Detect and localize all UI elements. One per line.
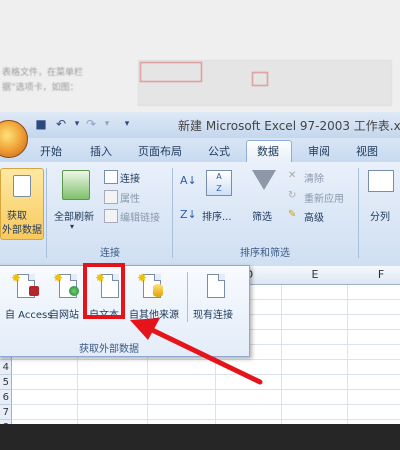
- document-background: 表格文件，在菜单栏 据”选项卡，如图：: [0, 0, 400, 112]
- edit-links-icon: [104, 209, 118, 223]
- reapply-button[interactable]: 重新应用: [304, 190, 344, 205]
- title-bar: ■ ↶ ▾ ↷ ▾ ▾ 新建 Microsoft Excel 97-2003 工…: [0, 112, 400, 138]
- group-label-connections: 连接: [100, 248, 120, 259]
- filter-button[interactable]: 筛选: [252, 208, 272, 223]
- from-web-label: 自网站: [49, 310, 79, 321]
- text-to-columns-icon: [368, 170, 394, 192]
- group-separator: [358, 168, 359, 258]
- clear-icon: ✕: [288, 170, 297, 181]
- database-icon: [153, 284, 163, 297]
- grid-line: [347, 285, 348, 424]
- new-star-icon: ✸: [11, 271, 22, 285]
- group-label-sort-filter: 排序和筛选: [240, 248, 290, 259]
- filter-icon: [252, 170, 276, 190]
- tab-insert[interactable]: 插入: [90, 143, 112, 159]
- doc-thumbnail-highlight: [140, 62, 202, 82]
- properties-icon: [104, 190, 118, 204]
- reapply-icon: ↻: [288, 190, 297, 201]
- clear-button[interactable]: 清除: [304, 170, 324, 185]
- connections-icon: [104, 170, 118, 184]
- external-data-icon: [13, 175, 31, 197]
- sort-descending-icon[interactable]: Z↓: [180, 208, 197, 221]
- undo-icon[interactable]: ↶: [54, 117, 68, 131]
- advanced-icon: ✎: [288, 209, 297, 220]
- bottom-dark-band: [0, 424, 400, 450]
- new-star-icon: ✸: [137, 271, 148, 285]
- group-separator: [172, 168, 173, 258]
- row-header-5[interactable]: 5: [0, 375, 12, 390]
- tab-view[interactable]: 视图: [356, 143, 378, 159]
- refresh-dropdown-icon[interactable]: ▾: [70, 222, 74, 231]
- group-separator: [46, 168, 47, 258]
- get-external-label: 获取: [7, 211, 27, 222]
- properties-button[interactable]: 属性: [120, 190, 140, 205]
- doc-text-line: 表格文件，在菜单栏: [2, 68, 84, 78]
- row-header-7[interactable]: 7: [0, 405, 12, 420]
- tab-review[interactable]: 审阅: [308, 143, 330, 159]
- from-access-label: 自 Access: [5, 310, 53, 321]
- customize-qat-icon[interactable]: ▾: [120, 117, 134, 131]
- doc-text-line: 据”选项卡，如图：: [2, 83, 79, 93]
- redo-dropdown-icon[interactable]: ▾: [100, 117, 114, 131]
- from-web-button[interactable]: ✸ 自网站: [49, 272, 85, 324]
- ribbon-tab-bar: 开始 插入 页面布局 公式 数据 审阅 视图: [0, 138, 400, 163]
- from-access-button[interactable]: ✸ 自 Access: [5, 271, 53, 324]
- row-header-4[interactable]: 4: [0, 360, 12, 375]
- annotation-arrow: [130, 318, 263, 385]
- existing-connections-icon: [207, 274, 225, 298]
- connections-button[interactable]: 连接: [120, 170, 140, 185]
- access-key-icon: [29, 286, 39, 296]
- highlight-box: [83, 263, 125, 319]
- edit-links-button[interactable]: 编辑链接: [120, 209, 160, 224]
- doc-thumbnail-highlight: [252, 72, 268, 86]
- get-external-label: 外部数据: [2, 225, 42, 236]
- tab-data[interactable]: 数据: [257, 143, 279, 159]
- column-header-e[interactable]: E: [282, 266, 349, 285]
- get-external-data-button[interactable]: 获取 外部数据: [0, 168, 44, 240]
- window-title: 新建 Microsoft Excel 97-2003 工作表.xls -: [178, 119, 400, 133]
- undo-dropdown-icon[interactable]: ▾: [70, 117, 84, 131]
- globe-icon: [69, 286, 79, 296]
- sort-ascending-icon[interactable]: A↓: [180, 174, 197, 187]
- grid-line: [281, 285, 282, 424]
- row-header-6[interactable]: 6: [0, 390, 12, 405]
- tab-home[interactable]: 开始: [40, 143, 62, 159]
- tab-formulas[interactable]: 公式: [208, 143, 230, 159]
- sort-icon: AZ: [206, 170, 232, 196]
- grid-line: [12, 404, 400, 405]
- column-header-f[interactable]: F: [348, 266, 400, 285]
- text-to-columns-button[interactable]: 分列: [370, 208, 390, 223]
- redo-icon[interactable]: ↷: [84, 117, 98, 131]
- tab-page-layout[interactable]: 页面布局: [138, 143, 182, 159]
- save-icon[interactable]: ■: [34, 117, 48, 131]
- sort-button[interactable]: 排序...: [202, 208, 232, 223]
- grid-line: [12, 419, 400, 420]
- refresh-all-icon[interactable]: [62, 170, 90, 200]
- new-star-icon: ✸: [53, 271, 64, 285]
- arrow-shaft: [145, 325, 263, 385]
- refresh-all-button[interactable]: 全部刷新: [54, 208, 94, 223]
- advanced-button[interactable]: 高级: [304, 209, 324, 224]
- ribbon: 获取 外部数据 全部刷新 ▾ 连接 属性 编辑链接 连接 A↓ Z↓ AZ 排序…: [0, 162, 400, 267]
